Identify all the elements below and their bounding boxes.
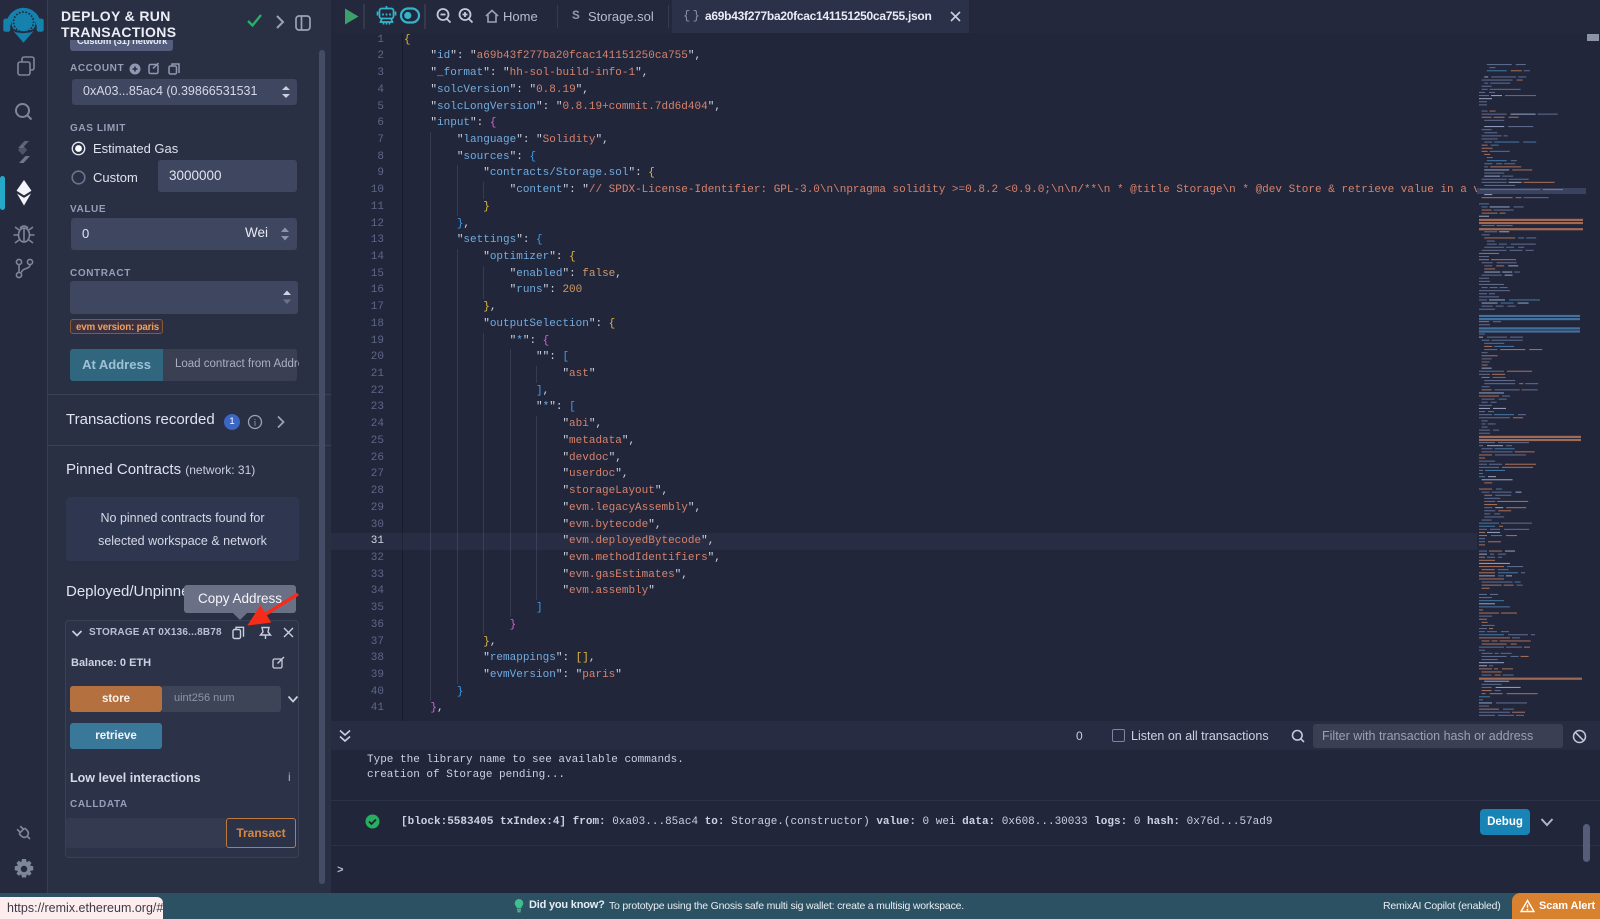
svg-text:i: i xyxy=(254,418,257,428)
